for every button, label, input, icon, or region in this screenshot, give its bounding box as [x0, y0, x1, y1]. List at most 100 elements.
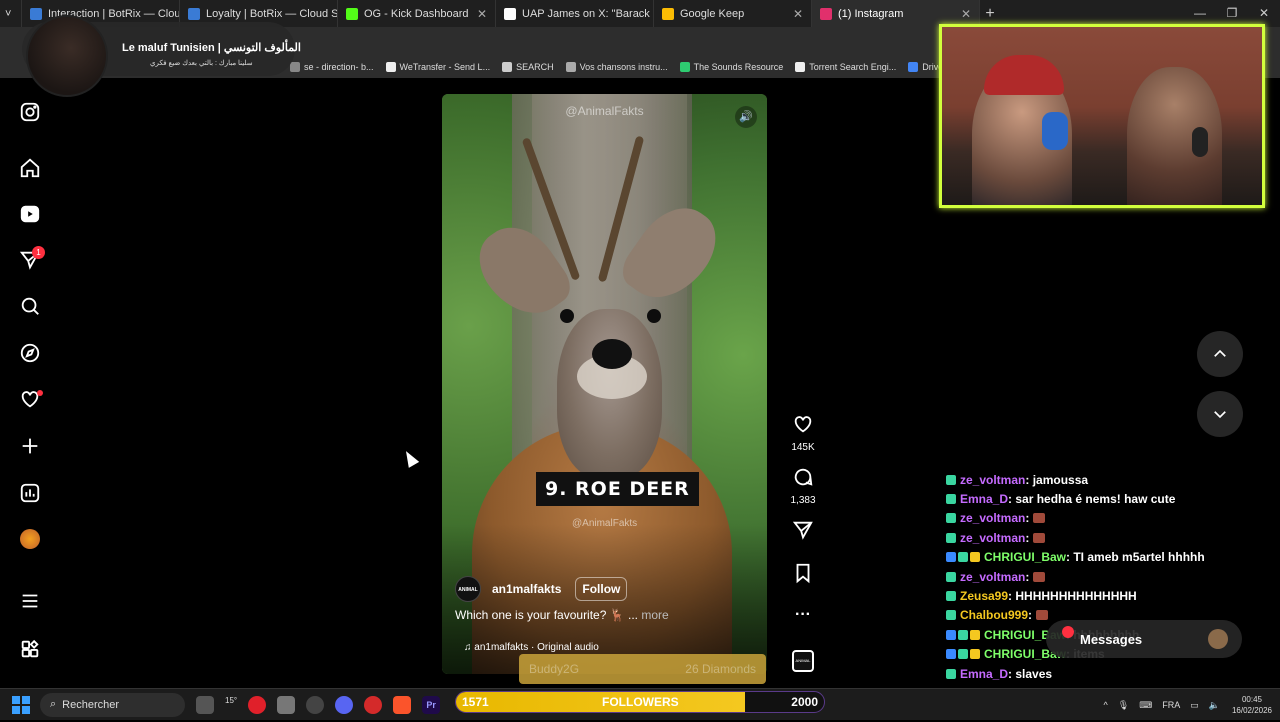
chat-text: : [1025, 530, 1030, 545]
audio-thumbnail[interactable]: ANIMAL [792, 650, 814, 672]
comment-action[interactable]: 1,383 [788, 466, 818, 506]
bookmark-favicon-icon [565, 61, 576, 72]
more-apps-icon[interactable] [18, 637, 42, 661]
recorder-icon[interactable] [364, 695, 383, 714]
tray-overflow-icon[interactable]: ^ [1104, 700, 1108, 710]
followers-goal-fill [456, 692, 746, 712]
music-overlay-subtitle: سلينا مبارك : بالتي بعدك ضيع فكري [150, 60, 253, 67]
maximize-button[interactable]: ❐ [1216, 0, 1248, 27]
browser-tab[interactable]: Google Keep ✕ [654, 0, 812, 27]
close-tab-icon[interactable]: ✕ [471, 7, 487, 21]
music-overlay-avatar [26, 15, 108, 97]
browser-tab[interactable]: OG - Kick Dashboard ✕ [338, 0, 496, 27]
follow-button[interactable]: Follow [575, 577, 628, 601]
tab-list-button[interactable]: ˅ [0, 0, 22, 27]
browser-tab[interactable]: (1) Instagram ✕ [812, 0, 980, 27]
chat-username[interactable]: Chalbou999 [960, 608, 1028, 622]
chevron-up-icon [1214, 349, 1226, 357]
brave-icon[interactable] [393, 695, 412, 714]
file-explorer-icon[interactable] [277, 695, 296, 714]
donation-alert: Buddy2G 26 Diamonds [519, 654, 766, 684]
keyboard-icon[interactable]: ⌨ [1139, 700, 1152, 711]
chat-badge-icon [946, 532, 956, 543]
opera-icon[interactable] [248, 695, 267, 714]
create-icon[interactable] [18, 434, 42, 458]
chat-text: : [1028, 608, 1033, 623]
start-button[interactable] [12, 695, 30, 714]
close-window-button[interactable]: ✕ [1248, 0, 1280, 27]
search-icon[interactable] [18, 294, 42, 318]
stream-chat: ze_voltman: jamoussa Emna_D: sar hedha é … [946, 470, 1276, 722]
explore-icon[interactable] [18, 341, 42, 365]
donation-user: Buddy2G [529, 662, 580, 676]
clock[interactable]: 00:45 16/02/2026 [1232, 694, 1272, 716]
chat-text: : TI ameb m5artel hhhhh [1066, 550, 1205, 565]
chat-message: ze_voltman : [946, 528, 1276, 547]
bookmark-item[interactable]: WeTransfer - Send L... [385, 61, 490, 72]
profile-avatar[interactable] [18, 527, 42, 551]
chat-message: CHRIGUI_Baw: TI ameb m5artel hhhhh [946, 548, 1276, 567]
bookmark-item[interactable]: Torrent Search Engi... [795, 61, 896, 72]
author-name[interactable]: an1malfakts [492, 582, 561, 596]
chat-message: ze_voltman : [946, 509, 1276, 528]
home-icon[interactable] [18, 156, 42, 180]
chat-text: : sar hedha é nems! haw cute [1008, 492, 1176, 507]
chat-badge-icon [946, 552, 956, 563]
caption-more-link[interactable]: more [641, 608, 668, 622]
dashboard-icon[interactable] [18, 481, 42, 505]
app-icon[interactable] [306, 695, 325, 714]
chat-username[interactable]: Zeusa99 [960, 589, 1008, 603]
chat-text: : [1025, 569, 1030, 584]
next-reel-button[interactable] [1197, 391, 1243, 437]
chat-username[interactable]: ze_voltman [960, 473, 1025, 487]
previous-reel-button[interactable] [1197, 331, 1243, 377]
caption-text: Which one is your favourite? 🦌 ... [455, 608, 639, 622]
chat-username[interactable]: Emna_D [960, 492, 1008, 506]
task-view-icon[interactable] [196, 695, 214, 714]
bookmark-label: SEARCH [516, 61, 554, 72]
volume-icon[interactable]: 🔊 [735, 106, 757, 128]
reels-icon[interactable] [18, 202, 42, 226]
share-action[interactable] [788, 519, 818, 546]
like-action[interactable]: 145K [788, 413, 818, 453]
bookmark-item[interactable]: Vos chansons instru... [565, 61, 668, 72]
chat-username[interactable]: ze_voltman [960, 531, 1025, 545]
taskbar-search[interactable]: ⌕ Rechercher [40, 692, 185, 717]
messages-button[interactable]: Messages [1046, 620, 1242, 658]
send-icon [792, 521, 813, 540]
microphone-icon[interactable]: 🎙 [1118, 700, 1129, 711]
bookmark-favicon-icon [795, 61, 806, 72]
chat-username[interactable]: Emna_D [960, 667, 1008, 681]
volume-icon[interactable]: 🔈 [1209, 700, 1220, 711]
network-icon[interactable]: ▭ [1190, 700, 1199, 711]
chat-username[interactable]: ze_voltman [960, 570, 1025, 584]
tab-label: Loyalty | BotRix — Cloud Strean [206, 7, 338, 20]
chat-username[interactable]: ze_voltman [960, 511, 1025, 525]
close-tab-icon[interactable]: ✕ [787, 7, 803, 21]
close-tab-icon[interactable]: ✕ [955, 7, 971, 21]
weather-widget[interactable]: 15° [225, 696, 237, 714]
discord-icon[interactable] [335, 695, 354, 714]
bookmark-item[interactable]: se - direction- b... [290, 61, 374, 72]
bookmark-item[interactable]: SEARCH [502, 61, 554, 72]
menu-icon[interactable] [18, 589, 42, 613]
browser-tab[interactable]: UAP James on X: "Barack Obam✕ [496, 0, 654, 27]
chat-emote-icon [1036, 610, 1049, 621]
window-controls: — ❐ ✕ [1184, 0, 1280, 27]
language-indicator[interactable]: FRA [1162, 700, 1180, 710]
bookmark-item[interactable]: The Sounds Resource [679, 61, 783, 72]
new-tab-button[interactable]: + [980, 5, 1000, 23]
reel-audio[interactable]: ♫ an1malfakts · Original audio [464, 642, 599, 653]
chat-username[interactable]: CHRIGUI_Baw [984, 550, 1066, 564]
reel-video[interactable]: @AnimalFakts 🔊 9. ROE DEER @AnimalFakts … [442, 94, 767, 674]
instagram-logo-icon[interactable] [18, 100, 42, 124]
premiere-icon[interactable]: Pr [422, 695, 441, 714]
donation-amount: 26 Diamonds [685, 662, 756, 676]
chat-badge-icon [958, 629, 968, 640]
heart-icon [794, 416, 812, 433]
save-action[interactable] [788, 562, 818, 589]
reel-title: 9. ROE DEER [536, 472, 699, 506]
author-avatar[interactable]: ANIMAL [455, 576, 481, 602]
minimize-button[interactable]: — [1184, 0, 1216, 27]
more-options-icon[interactable]: ··· [788, 606, 818, 624]
